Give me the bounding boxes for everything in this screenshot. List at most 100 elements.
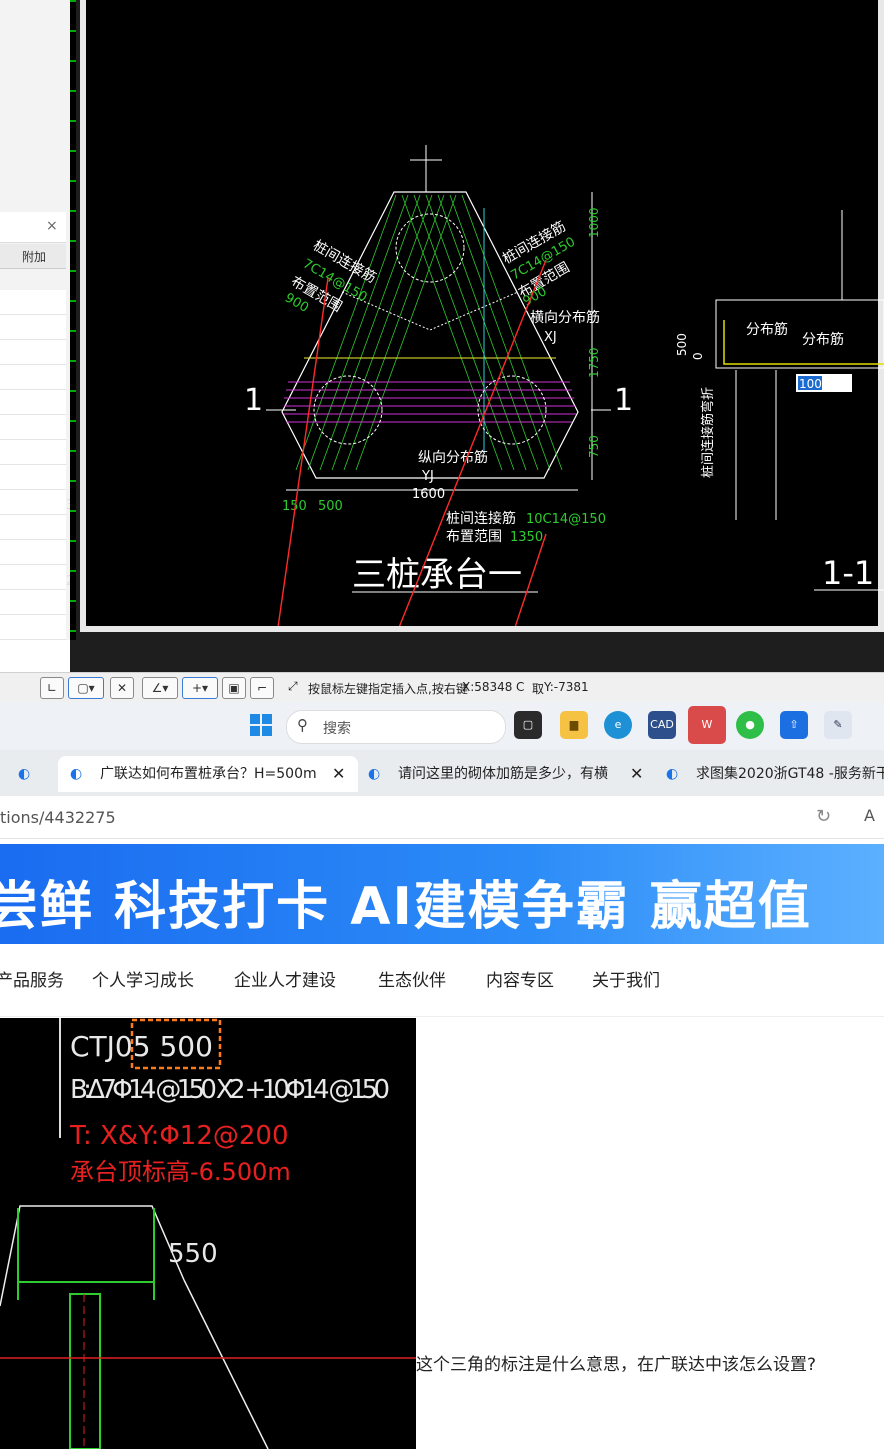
tab-favicon-icon: ◐ bbox=[666, 766, 679, 782]
pinned-tab[interactable]: ◐ bbox=[18, 756, 42, 792]
photo-cap-slope bbox=[183, 1279, 269, 1449]
task-view-icon[interactable]: ▢ bbox=[514, 711, 542, 739]
tab-title: 求图集2020浙GT48 -服务新干 bbox=[696, 766, 884, 782]
section-mark-right: 1 bbox=[614, 383, 633, 418]
drawing-title: 三桩承台一 bbox=[352, 555, 522, 595]
label-bottom-range: 布置范围 bbox=[446, 528, 502, 545]
label-bottom-range-value: 1350 bbox=[510, 530, 543, 545]
tab-close-icon[interactable]: ✕ bbox=[630, 756, 643, 792]
cad-status-toolbar: ∟ ▢▾ ✕ ∠▾ +▾ ▣ ⌐ ⤢ 按鼠标左键指定插入点,按右键 X:5834… bbox=[0, 672, 884, 703]
pile-circle bbox=[313, 375, 383, 445]
search-icon: ⚲ bbox=[297, 716, 308, 734]
nav-divider bbox=[0, 1016, 884, 1017]
cad-drawing: 桩间连接筋 7C14@150 布置范围 900 桩间连接筋 7C14@150 布… bbox=[195, 145, 884, 1201]
rectangle-select-icon[interactable]: ▢▾ bbox=[68, 677, 104, 699]
photo-line-4: 承台顶标高-6.500m bbox=[70, 1158, 291, 1186]
taskbar-search-placeholder: 搜索 bbox=[323, 721, 351, 737]
promo-banner[interactable]: 尝鲜 科技打卡 AI建模争霸 赢超值 bbox=[0, 844, 884, 944]
diagonal-rebar-hatch bbox=[295, 194, 563, 471]
snap-icon[interactable]: +▾ bbox=[182, 677, 218, 699]
arc-icon[interactable]: ⌐ bbox=[250, 677, 274, 699]
cad-drawing-canvas[interactable]: 桩间连接筋 7C14@150 布置范围 900 桩间连接筋 7C14@150 布… bbox=[80, 0, 884, 1201]
label-bottom-spec: 10C14@150 bbox=[526, 512, 606, 527]
tab-title: 广联达如何布置桩承台？H=500m bbox=[100, 766, 317, 782]
command-prompt: 按鼠标左键指定插入点,按右键 bbox=[308, 682, 468, 696]
panel-columns: 附加 bbox=[0, 244, 66, 269]
section-dist-bar-2: 分布筋 bbox=[802, 331, 844, 348]
dim-1000: 1000 bbox=[587, 207, 601, 238]
windows-start-icon[interactable] bbox=[250, 714, 272, 736]
cap-center-lines bbox=[341, 291, 519, 331]
expand-icon: ⤢ bbox=[288, 679, 298, 693]
section-vertical-label: 桩间连接筋弯折 bbox=[700, 387, 716, 478]
refresh-icon[interactable]: ↻ bbox=[816, 806, 831, 827]
taskbar-search-box[interactable]: ⚲ 搜索 bbox=[286, 710, 506, 744]
browser-address-bar[interactable]: tions/4432275 ↻ A bbox=[0, 796, 884, 839]
photo-column bbox=[69, 1293, 101, 1449]
photo-cap-outline bbox=[0, 1205, 185, 1307]
cross-select-icon[interactable]: ✕ bbox=[110, 677, 134, 699]
coord-c: C bbox=[516, 680, 525, 694]
cad-photo-drawing: CTJ05 500 B:Δ7Φ14 @150 X2 +10Φ14 @150 T:… bbox=[0, 1018, 416, 1449]
display-icon[interactable]: ▣ bbox=[222, 677, 246, 699]
layer-strip bbox=[70, 0, 76, 640]
site-nav: 产品服务 个人学习成长 企业人才建设 生态伙伴 内容专区 关于我们 bbox=[0, 956, 884, 1006]
nav-item-partners[interactable]: 生态伙伴 bbox=[378, 966, 446, 991]
left-property-panel: × 附加 3 2 bbox=[0, 0, 74, 640]
panel-header: × bbox=[0, 212, 66, 243]
nav-item-products[interactable]: 产品服务 bbox=[0, 966, 64, 991]
banner-text: 尝鲜 科技打卡 AI建模争霸 赢超值 bbox=[0, 877, 812, 937]
tab-3[interactable]: ◐ 求图集2020浙GT48 -服务新干 bbox=[662, 756, 884, 792]
label-xj: XJ bbox=[544, 330, 557, 345]
label-yj: YJ bbox=[421, 469, 434, 484]
cad-app-icon[interactable]: CAD bbox=[648, 711, 676, 739]
tab-favicon-icon: ◐ bbox=[70, 766, 83, 782]
column-header-attach: 附加 bbox=[22, 250, 47, 264]
windows-taskbar: ⚲ 搜索 ▢ ▆ e CAD W ● ⇧ ✎ bbox=[0, 702, 884, 750]
label-bottom-bar: 桩间连接筋 bbox=[446, 510, 516, 527]
section-mark-left: 1 bbox=[244, 383, 263, 418]
wechat-icon[interactable]: ● bbox=[736, 711, 764, 739]
pile-circle bbox=[477, 375, 547, 445]
tab-close-icon[interactable]: ✕ bbox=[332, 756, 345, 792]
section-dimension-input-value: 100 bbox=[799, 377, 822, 391]
browser-tab-strip: ◐ ◐ 广联达如何布置桩承台？H=500m ✕ ◐ 请问这里的砌体加筋是多少，有… bbox=[0, 750, 884, 796]
nav-item-talent[interactable]: 企业人才建设 bbox=[234, 966, 336, 991]
tab-active[interactable]: ◐ 广联达如何布置桩承台？H=500m ✕ bbox=[58, 756, 358, 792]
question-photo[interactable]: CTJ05 500 B:Δ7Φ14 @150 X2 +10Φ14 @150 T:… bbox=[0, 1018, 416, 1449]
property-rows[interactable] bbox=[0, 290, 66, 640]
section-dim-500: 500 bbox=[675, 333, 689, 356]
tab-favicon-icon: ◐ bbox=[368, 766, 381, 782]
angle-icon[interactable]: ∠▾ bbox=[142, 677, 178, 699]
photo-dim: 550 bbox=[168, 1239, 218, 1269]
ortho-icon[interactable]: ∟ bbox=[40, 677, 64, 699]
glodon-app-icon[interactable]: ⇧ bbox=[780, 711, 808, 739]
tool-app-icon[interactable]: ✎ bbox=[824, 711, 852, 739]
photo-line-1: CTJ05 500 bbox=[70, 1030, 213, 1063]
dim-1600: 1600 bbox=[412, 487, 445, 502]
panel-close-icon[interactable]: × bbox=[46, 218, 58, 234]
read-aloud-icon[interactable]: A bbox=[864, 806, 875, 825]
nav-item-learning[interactable]: 个人学习成长 bbox=[92, 966, 194, 991]
section-cap bbox=[715, 299, 884, 369]
question-text: 这个三角的标注是什么意思，在广联达中该怎么设置? bbox=[416, 1355, 817, 1375]
dim-750: 750 bbox=[587, 435, 601, 458]
tab-title: 请问这里的砌体加筋是多少，有横 bbox=[398, 766, 608, 782]
coord-qu: 取 bbox=[532, 682, 545, 696]
edge-icon[interactable]: e bbox=[604, 711, 632, 739]
label-transverse: 横向分布筋 bbox=[530, 309, 600, 326]
wps-icon[interactable]: W bbox=[688, 706, 726, 744]
section-title: 1-1 bbox=[822, 554, 874, 592]
photo-line-3: T: X&Y:Φ12@200 bbox=[69, 1121, 289, 1151]
nav-item-content[interactable]: 内容专区 bbox=[486, 966, 554, 991]
dim-500: 500 bbox=[318, 499, 343, 514]
url-text[interactable]: tions/4432275 bbox=[0, 808, 116, 827]
photo-line-2: B:Δ7Φ14 @150 X2 +10Φ14 @150 bbox=[70, 1075, 390, 1105]
coord-x: X:58348 bbox=[462, 680, 513, 694]
file-explorer-icon[interactable]: ▆ bbox=[560, 711, 588, 739]
tab-2[interactable]: ◐ 请问这里的砌体加筋是多少，有横 ✕ bbox=[364, 756, 654, 792]
section-dist-bar-1: 分布筋 bbox=[746, 321, 788, 338]
coord-y: Y:-7381 bbox=[544, 680, 589, 694]
section-dim-0: 0 bbox=[691, 352, 705, 360]
nav-item-about[interactable]: 关于我们 bbox=[592, 966, 660, 991]
